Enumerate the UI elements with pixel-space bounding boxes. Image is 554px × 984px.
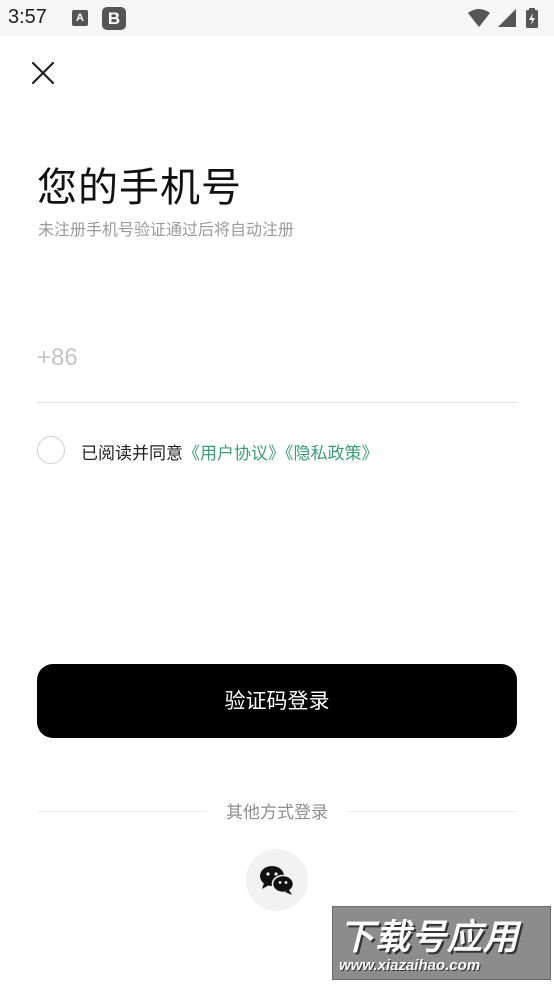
watermark-url: www.xiazaihao.com — [339, 957, 481, 974]
status-icons — [466, 7, 546, 29]
agreement-checkbox[interactable] — [37, 436, 65, 464]
divider-right — [347, 811, 517, 812]
signal-icon — [498, 9, 516, 27]
watermark-logo: 下载号应用 www.xiazaihao.com — [332, 906, 551, 980]
agreement-text: 已阅读并同意《用户协议》《隐私政策》 — [81, 439, 379, 464]
user-agreement-link[interactable]: 《用户协议》 — [183, 444, 285, 464]
verification-login-button[interactable]: 验证码登录 — [37, 664, 517, 738]
wechat-login-button[interactable] — [246, 849, 308, 911]
wifi-icon — [468, 9, 490, 27]
notification-a-icon: A — [72, 10, 88, 26]
other-login-divider: 其他方式登录 — [37, 796, 517, 826]
wechat-icon — [260, 866, 295, 895]
agreement-prefix: 已阅读并同意 — [81, 444, 183, 464]
status-bar: 3:57 A B — [0, 0, 554, 36]
phone-input[interactable] — [37, 338, 517, 378]
page-title: 您的手机号 — [37, 165, 242, 211]
battery-charging-icon — [526, 8, 538, 28]
status-time: 3:57 — [8, 6, 47, 28]
watermark-title: 下载号应用 — [339, 918, 520, 958]
close-icon — [31, 61, 55, 85]
notification-b-icon: B — [102, 7, 126, 30]
page-subtitle: 未注册手机号验证通过后将自动注册 — [38, 220, 295, 239]
phone-field-row — [37, 330, 517, 403]
privacy-policy-link[interactable]: 《隐私政策》 — [285, 444, 379, 464]
close-button[interactable] — [28, 58, 58, 88]
